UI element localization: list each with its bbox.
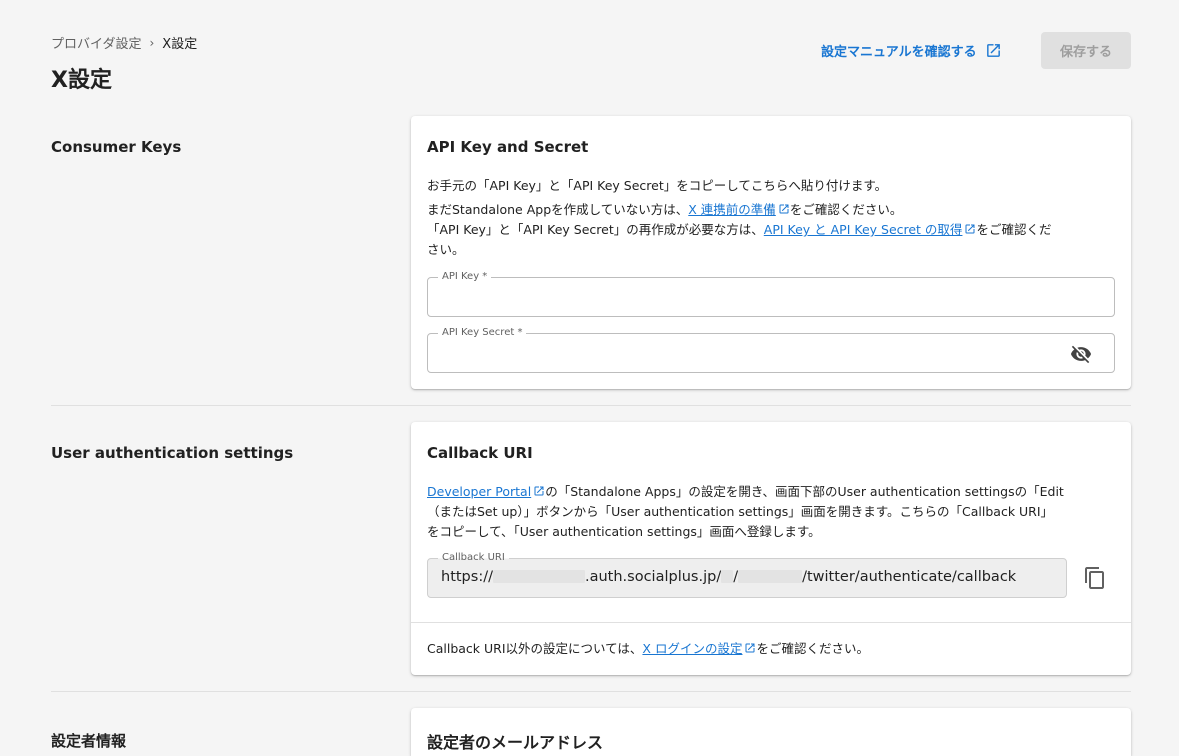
manual-link[interactable]: 設定マニュアルを確認する	[821, 40, 1002, 60]
callback-uri-label: Callback URI	[438, 551, 509, 565]
description-line: お手元の「API Key」と「API Key Secret」をコピーしてこちらへ…	[427, 178, 888, 193]
copy-icon	[1085, 567, 1104, 589]
api-key-card: API Key and Secret お手元の「API Key」と「API Ke…	[411, 116, 1131, 389]
description-line: （またはSet up）」ボタンから「User authentication se…	[427, 504, 1054, 519]
copy-button[interactable]	[1082, 565, 1108, 591]
manual-link-label: 設定マニュアルを確認する	[821, 44, 977, 60]
api-key-label: API Key *	[438, 270, 492, 284]
card-title: API Key and Secret	[427, 138, 589, 156]
x-login-settings-link[interactable]: X ログインの設定	[642, 641, 742, 656]
card-title: Callback URI	[427, 444, 533, 462]
redacted-block	[721, 570, 734, 583]
callback-uri-field[interactable]: Callback URI https://.auth.socialplus.jp…	[427, 551, 1067, 598]
external-link-icon	[745, 643, 755, 653]
description-line: まだStandalone Appを作成していない方は、X 連携前の準備 をご確認く…	[427, 202, 903, 217]
description-line: 「API Key」と「API Key Secret」の再作成が必要な方は、API…	[427, 222, 1052, 237]
breadcrumb-parent[interactable]: プロバイダ設定	[51, 33, 141, 52]
api-secret-field[interactable]: API Key Secret *	[427, 326, 1115, 373]
section-label-user-auth: User authentication settings	[51, 444, 294, 462]
section-label-setter-info: 設定者情報	[51, 732, 127, 750]
x-prep-link[interactable]: X 連携前の準備	[688, 202, 776, 217]
developer-portal-link[interactable]: Developer Portal	[427, 484, 531, 499]
breadcrumb: プロバイダ設定 › X設定	[51, 33, 198, 53]
card-title: 設定者のメールアドレス	[427, 733, 604, 752]
external-link-icon	[986, 43, 1000, 57]
section-label-consumer-keys: Consumer Keys	[51, 138, 182, 156]
save-button[interactable]: 保存する	[1041, 32, 1131, 69]
toggle-visibility-button[interactable]	[1070, 343, 1092, 365]
external-link-icon	[965, 224, 975, 234]
setter-email-card: 設定者のメールアドレス	[411, 708, 1131, 756]
breadcrumb-current: X設定	[162, 37, 198, 52]
description-line: さい。	[427, 242, 465, 257]
external-link-icon	[534, 486, 544, 496]
callback-uri-card: Callback URI Developer Portal の「Standalon…	[411, 422, 1131, 675]
redacted-block	[492, 570, 585, 583]
external-link-icon	[779, 204, 789, 214]
section-divider	[51, 405, 1131, 406]
api-key-guide-link[interactable]: API Key と API Key Secret の取得	[764, 222, 963, 237]
redacted-block	[738, 570, 803, 583]
section-divider	[51, 691, 1131, 692]
description-line: をコピーして、「User authentication settings」画面へ…	[427, 524, 821, 539]
footer-line: Callback URI以外の設定については、X ログインの設定 をご確認ください…	[427, 641, 869, 656]
eye-off-icon	[1070, 345, 1092, 364]
callback-uri-value[interactable]: https://.auth.socialplus.jp///twitter/au…	[441, 569, 1016, 585]
breadcrumb-separator: ›	[149, 35, 155, 50]
card-divider	[411, 622, 1131, 623]
api-key-field[interactable]: API Key *	[427, 270, 1115, 317]
page-title: X設定	[51, 68, 112, 93]
api-secret-label: API Key Secret *	[438, 326, 527, 340]
description-line: Developer Portal の「Standalone Apps」の設定を開き…	[427, 484, 1064, 499]
